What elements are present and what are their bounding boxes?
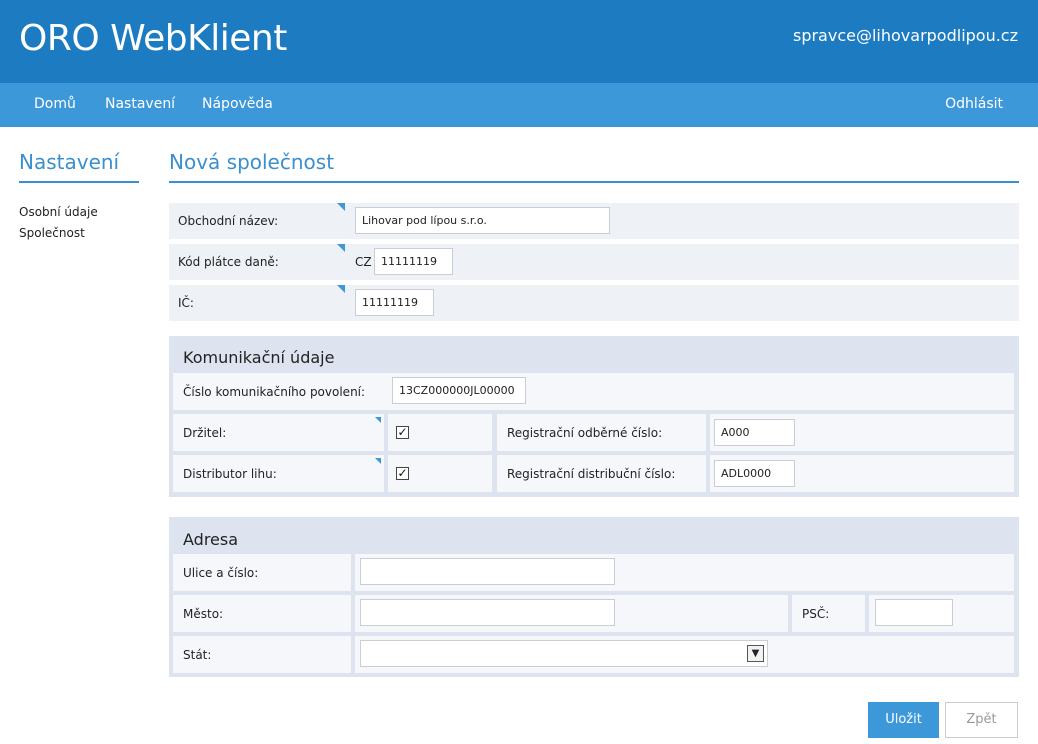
nav-home[interactable]: Domů xyxy=(34,96,76,112)
logout-link[interactable]: Odhlásit xyxy=(945,96,1003,112)
holder-label: Držitel: xyxy=(183,426,227,440)
zip-label: PSČ: xyxy=(802,607,830,621)
holder-label-cell: Držitel: xyxy=(173,414,384,451)
required-marker xyxy=(337,285,345,293)
sidebar-item-company[interactable]: Společnost xyxy=(19,226,85,240)
info-marker xyxy=(375,458,381,464)
permit-row: Číslo komunikačního povolení: 13CZ000000… xyxy=(173,373,1014,410)
distributor-label: Distributor lihu: xyxy=(183,467,277,481)
chevron-down-icon[interactable]: ▼ xyxy=(747,645,764,662)
city-input[interactable] xyxy=(360,599,615,626)
distributor-label-cell: Distributor lihu: xyxy=(173,455,384,492)
nav-help[interactable]: Nápověda xyxy=(202,96,273,112)
street-input[interactable] xyxy=(360,558,615,585)
permit-label: Číslo komunikačního povolení: xyxy=(183,385,366,399)
sidebar-item-personal[interactable]: Osobní údaje xyxy=(19,205,98,219)
distributor-checkbox[interactable]: ✓ xyxy=(396,467,409,480)
country-label: Stát: xyxy=(183,648,212,662)
nav-settings[interactable]: Nastavení xyxy=(105,96,175,112)
required-marker xyxy=(337,244,345,252)
required-marker xyxy=(337,203,345,211)
country-select-cell: ▼ xyxy=(355,636,1014,673)
street-label: Ulice a číslo: xyxy=(183,566,259,580)
reg-dist-label-cell: Registrační distribuční číslo: xyxy=(497,455,706,492)
sidebar-divider xyxy=(19,181,139,183)
reg-take-label: Registrační odběrné číslo: xyxy=(507,426,663,440)
back-button[interactable]: Zpět xyxy=(945,702,1018,738)
ic-label: IČ: xyxy=(178,296,194,310)
country-select[interactable]: ▼ xyxy=(360,640,768,667)
permit-input[interactable]: 13CZ000000JL00000 xyxy=(392,377,526,404)
zip-input[interactable] xyxy=(875,599,953,626)
form-row-ic: IČ: 11111119 xyxy=(169,285,1019,321)
user-email[interactable]: spravce@lihovarpodlipou.cz xyxy=(793,26,1018,45)
name-label: Obchodní název: xyxy=(178,214,279,228)
tax-code-input[interactable]: 11111119 xyxy=(374,248,453,275)
save-button[interactable]: Uložit xyxy=(868,702,939,738)
zip-input-cell xyxy=(869,595,1014,632)
address-section: Adresa Ulice a číslo: Město: PSČ: Stát: … xyxy=(169,517,1019,677)
main-nav: Domů Nastavení Nápověda Odhlásit xyxy=(0,83,1038,127)
city-label-cell: Město: xyxy=(173,595,351,632)
reg-take-input[interactable]: A000 xyxy=(714,419,795,446)
address-title: Adresa xyxy=(183,530,239,549)
reg-take-label-cell: Registrační odběrné číslo: xyxy=(497,414,706,451)
ic-input[interactable]: 11111119 xyxy=(355,289,434,316)
app-header: ORO WebKlient spravce@lihovarpodlipou.cz xyxy=(0,0,1038,83)
page-title-divider xyxy=(169,181,1019,183)
street-label-cell: Ulice a číslo: xyxy=(173,554,351,591)
holder-checkbox-cell: ✓ xyxy=(388,414,492,451)
form-row-name: Obchodní název: Lihovar pod lípou s.r.o. xyxy=(169,203,1019,239)
form-row-tax: Kód plátce daně: CZ 11111119 xyxy=(169,244,1019,280)
street-input-cell xyxy=(355,554,1014,591)
holder-checkbox[interactable]: ✓ xyxy=(396,426,409,439)
tax-prefix: CZ xyxy=(355,255,372,269)
zip-label-cell: PSČ: xyxy=(792,595,865,632)
communication-title: Komunikační údaje xyxy=(183,348,335,367)
city-input-cell xyxy=(355,595,788,632)
reg-take-input-cell: A000 xyxy=(710,414,1014,451)
reg-dist-input[interactable]: ADL0000 xyxy=(714,460,795,487)
distributor-checkbox-cell: ✓ xyxy=(388,455,492,492)
country-label-cell: Stát: xyxy=(173,636,351,673)
reg-dist-input-cell: ADL0000 xyxy=(710,455,1014,492)
tax-label: Kód plátce daně: xyxy=(178,255,279,269)
page-title: Nová společnost xyxy=(169,150,335,174)
app-title: ORO WebKlient xyxy=(19,18,287,59)
sidebar-title: Nastavení xyxy=(19,150,120,174)
company-name-input[interactable]: Lihovar pod lípou s.r.o. xyxy=(355,207,610,234)
reg-dist-label: Registrační distribuční číslo: xyxy=(507,467,676,481)
info-marker xyxy=(375,417,381,423)
communication-section: Komunikační údaje Číslo komunikačního po… xyxy=(169,336,1019,497)
city-label: Město: xyxy=(183,607,224,621)
